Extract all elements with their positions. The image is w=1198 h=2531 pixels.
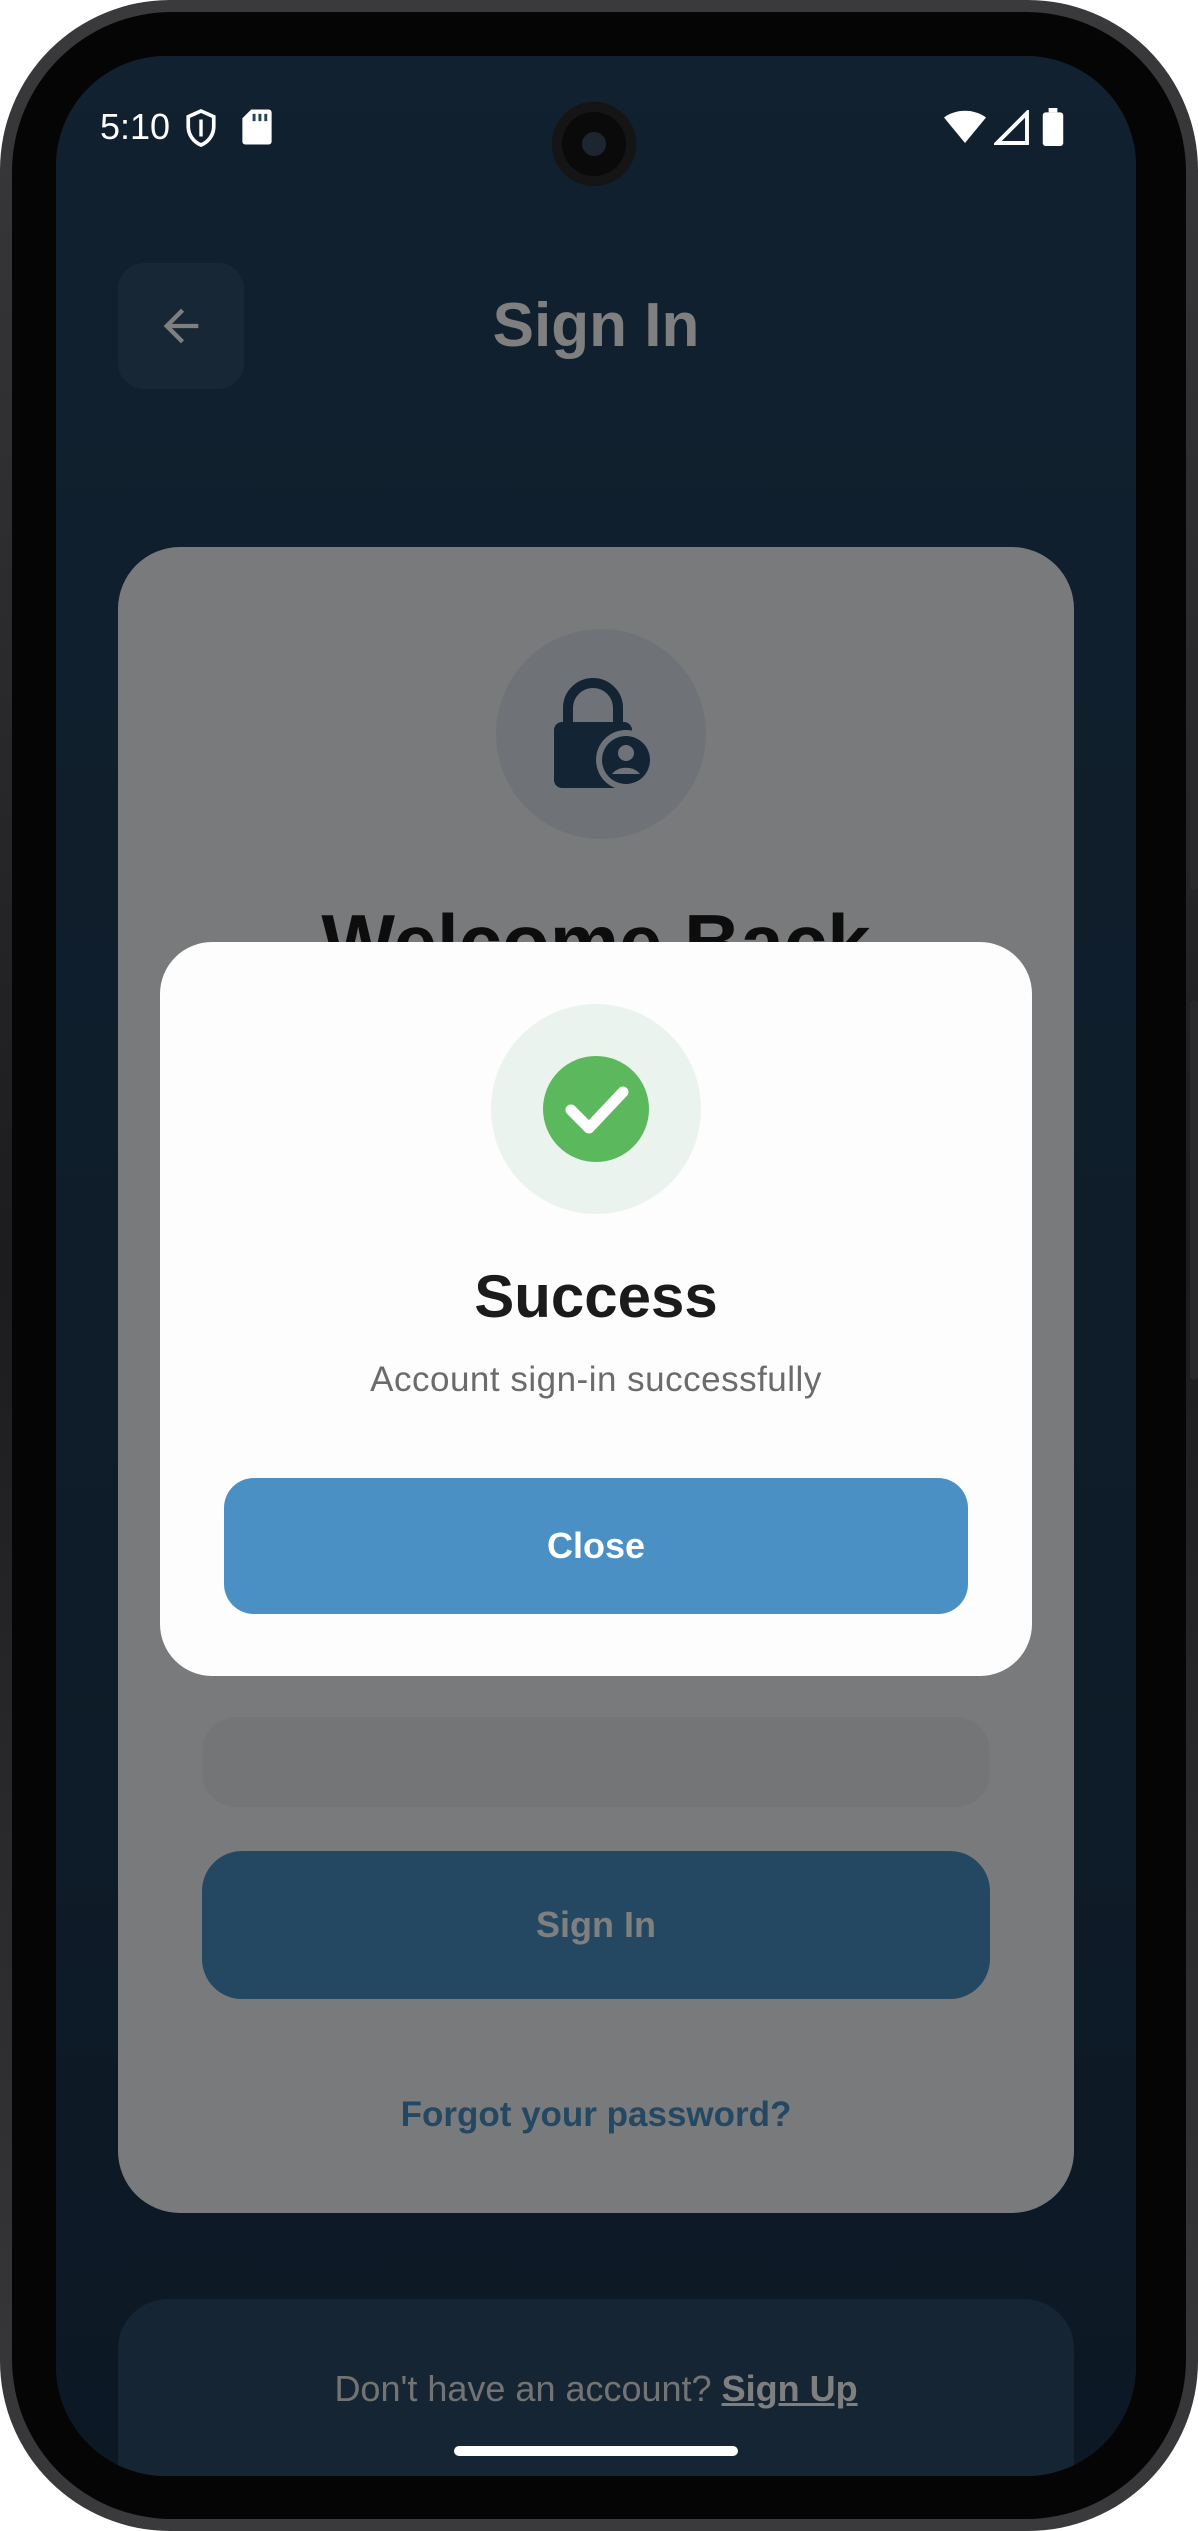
success-icon-circle [491,1004,701,1214]
dialog-message: Account sign-in successfully [370,1360,822,1399]
signal-icon [994,110,1029,145]
status-time: 5:10 [100,106,171,147]
home-indicator[interactable] [454,2446,738,2456]
dialog-title: Success [474,1263,718,1330]
success-dialog: Success Account sign-in successfully Clo… [160,942,1032,1676]
screen: Sign In Welcome Back Sign In Forgot your… [56,56,1136,2476]
battery-icon [1042,108,1064,146]
front-camera [552,102,636,186]
power-button [1190,690,1198,890]
sd-card-icon [242,109,272,145]
wifi-icon [944,110,986,143]
check-circle-icon [543,1056,649,1162]
close-button[interactable]: Close [224,1478,968,1614]
shield-icon [186,108,216,147]
volume-button [1190,1000,1198,1380]
